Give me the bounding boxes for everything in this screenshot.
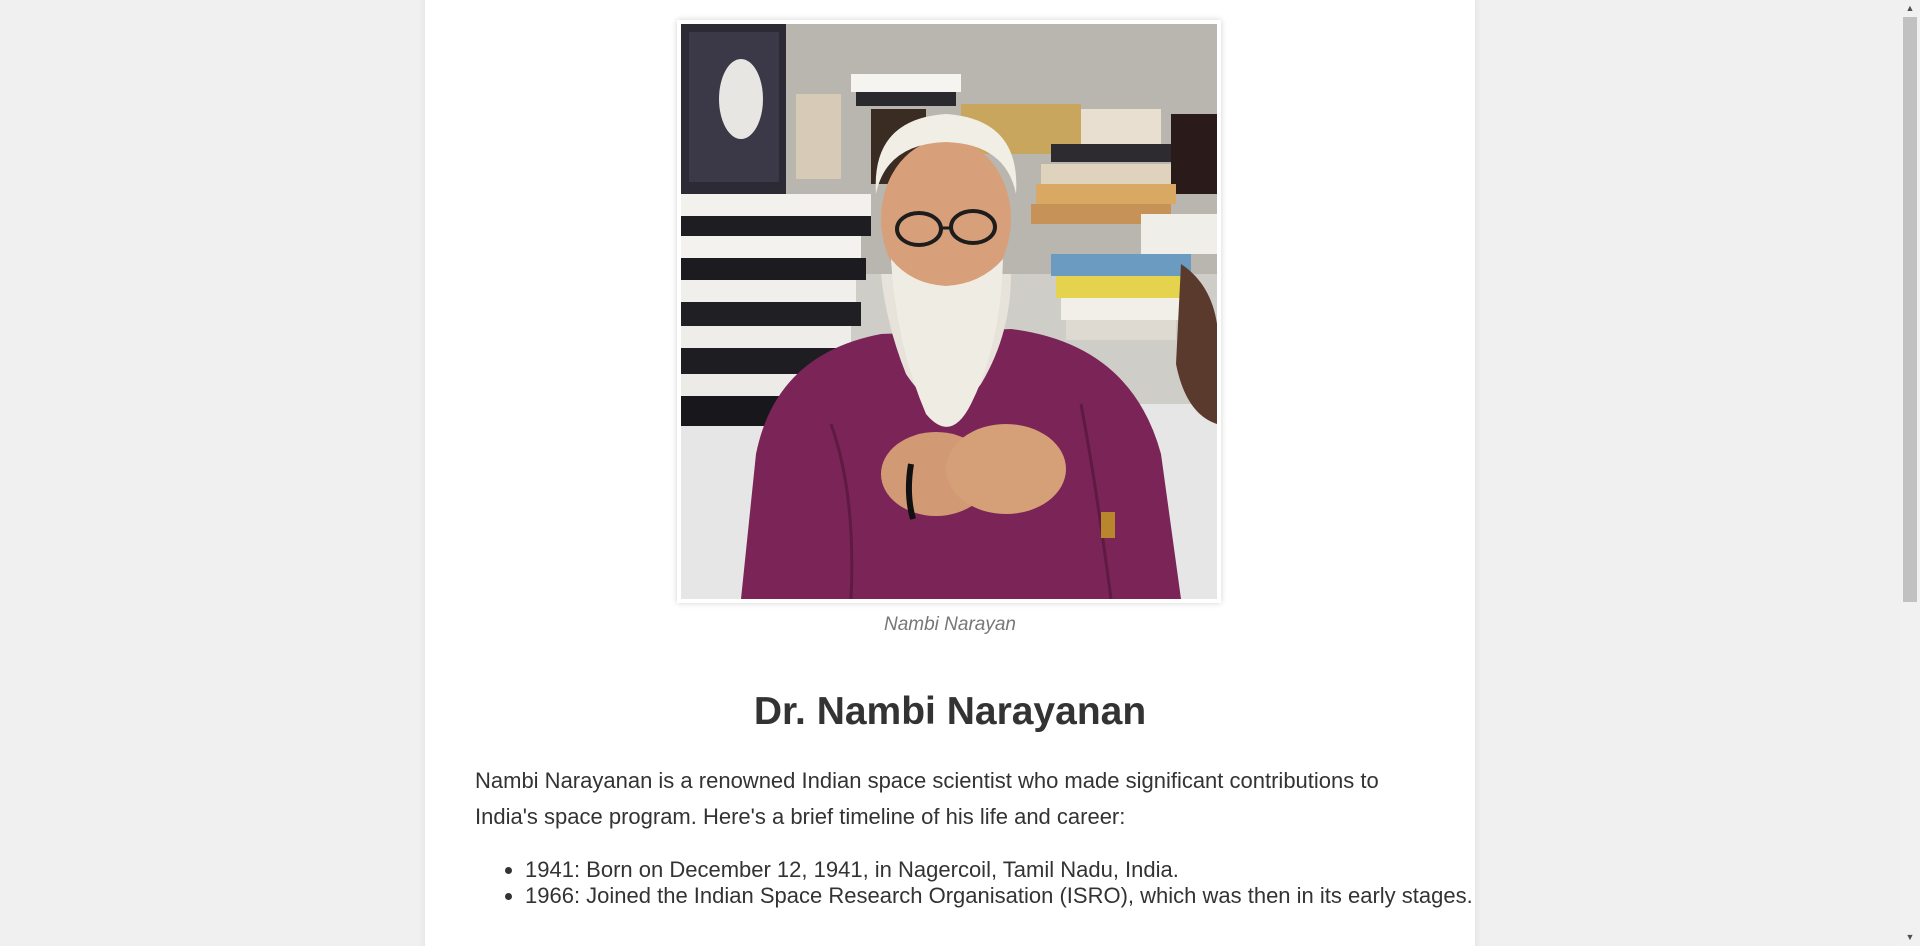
photo-caption: Nambi Narayan <box>884 614 1016 635</box>
photo-frame <box>677 20 1221 603</box>
timeline-list: 1941: Born on December 12, 1941, in Nage… <box>475 857 1475 909</box>
content-card: Nambi Narayan Dr. Nambi Narayanan Nambi … <box>425 0 1475 946</box>
portrait-figure: Nambi Narayan <box>677 20 1223 635</box>
scroll-down-arrow-icon[interactable]: ▼ <box>1900 929 1920 946</box>
timeline-item: 1941: Born on December 12, 1941, in Nage… <box>525 857 1475 883</box>
intro-paragraph: Nambi Narayanan is a renowned Indian spa… <box>475 768 1379 829</box>
portrait-illustration <box>681 24 1217 599</box>
timeline-item: 1966: Joined the Indian Space Research O… <box>525 883 1475 909</box>
portrait-photo <box>681 24 1217 599</box>
scroll-thumb[interactable] <box>1903 17 1917 602</box>
page-title: Dr. Nambi Narayanan <box>753 690 1147 733</box>
vertical-scrollbar[interactable]: ▲ ▼ <box>1900 0 1920 946</box>
page: Nambi Narayan Dr. Nambi Narayanan Nambi … <box>0 0 1900 946</box>
scroll-up-arrow-icon[interactable]: ▲ <box>1900 0 1920 17</box>
